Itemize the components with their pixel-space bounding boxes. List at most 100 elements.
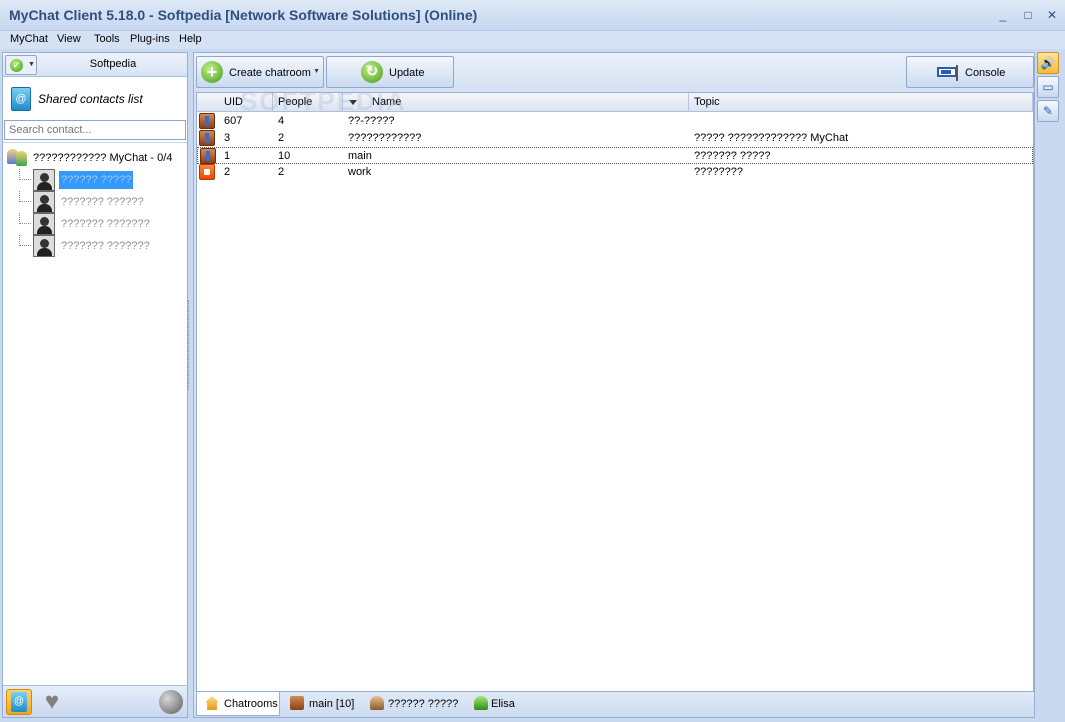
window-mode-button[interactable]: ▭ (1037, 76, 1059, 98)
cell-name: main (348, 150, 372, 162)
cell-uid: 1 (224, 150, 231, 162)
table-row-selected[interactable]: 1 10 main ??????? ????? (197, 147, 1033, 164)
contact-name: ??????? ??????? (61, 218, 150, 230)
menu-view[interactable]: View (57, 33, 81, 45)
console-button[interactable]: Console (906, 56, 1034, 88)
title-bar: MyChat Client 5.18.0 - Softpedia [Networ… (0, 0, 1065, 31)
create-chatroom-label: Create chatroom (229, 67, 311, 79)
cell-topic: ??????? ????? (694, 150, 771, 162)
status-selector-button[interactable]: ✓ ▼ (5, 55, 37, 75)
tree-line (19, 191, 31, 202)
user-online-icon (474, 696, 488, 710)
online-status-icon: ✓ (10, 59, 23, 72)
chatroom-icon (199, 113, 215, 129)
contact-group-label: ???????????? MyChat - 0/4 (33, 152, 173, 164)
contact-name: ??????? ?????? (61, 196, 144, 208)
cell-people: 2 (278, 166, 285, 178)
tab-private-chat[interactable]: ?????? ????? (364, 692, 460, 716)
tab-label: main [10] (309, 698, 355, 710)
close-button[interactable]: ✕ (1043, 7, 1061, 23)
cell-uid: 2 (224, 166, 231, 178)
minimize-button[interactable]: _ (994, 7, 1012, 23)
locked-chatroom-icon (199, 164, 215, 180)
plus-icon: + (201, 61, 223, 83)
tab-elisa[interactable]: Elisa (468, 692, 528, 716)
cell-topic: ????? ????????????? MyChat (694, 132, 849, 144)
menu-bar: MyChat View Tools Plug-ins Help (0, 31, 1065, 49)
cell-name: ???????????? (348, 132, 422, 144)
right-side-toolbar: 🔊 ▭ ✎ (1037, 52, 1061, 132)
divider (3, 142, 187, 143)
group-users-icon (5, 147, 29, 167)
tab-label: Elisa (491, 698, 515, 710)
console-icon (937, 65, 961, 81)
shared-contacts-label: Shared contacts list (38, 92, 143, 106)
menu-tools[interactable]: Tools (94, 33, 120, 45)
column-header-name[interactable]: Name (367, 93, 689, 112)
avatar (33, 213, 55, 235)
chatroom-icon (290, 696, 304, 710)
user-icon (370, 696, 384, 710)
window-title: MyChat Client 5.18.0 - Softpedia [Networ… (9, 7, 478, 23)
menu-plugins[interactable]: Plug-ins (130, 33, 170, 45)
table-row[interactable]: 2 2 work ???????? (197, 164, 1033, 181)
current-username: Softpedia (89, 58, 137, 70)
contacts-book-icon: @ (11, 87, 31, 111)
create-chatroom-button[interactable]: + Create chatroom ▼ (196, 56, 324, 88)
globe-icon[interactable] (159, 690, 183, 714)
column-header-topic[interactable]: Topic (689, 93, 1033, 112)
tab-main[interactable]: main [10] (286, 692, 358, 716)
contact-item[interactable]: ?????? ????? (19, 169, 187, 191)
tab-label: Chatrooms (224, 698, 278, 710)
search-contact-input[interactable] (4, 120, 186, 140)
chatroom-icon (199, 130, 215, 146)
contacts-icon: @ (11, 692, 27, 712)
menu-help[interactable]: Help (179, 33, 202, 45)
sound-icon: 🔊 (1040, 56, 1056, 70)
contact-group[interactable]: ???????????? MyChat - 0/4 (5, 147, 187, 169)
left-bottom-toolbar: @ ♥ (3, 685, 187, 717)
contact-item[interactable]: ??????? ??????? (19, 213, 187, 235)
sound-toggle-button[interactable]: 🔊 (1037, 52, 1059, 74)
chatrooms-table: UID People Name Topic 607 4 ??-????? 3 2… (196, 92, 1034, 692)
tree-line (19, 235, 31, 246)
contacts-panel: ✓ ▼ Softpedia @ Shared contacts list ???… (2, 52, 188, 718)
contacts-tab-button[interactable]: @ (6, 689, 32, 715)
cell-topic: ???????? (694, 166, 743, 178)
shared-contacts-header[interactable]: @ Shared contacts list (3, 77, 187, 119)
cell-name: work (348, 166, 372, 178)
maximize-button[interactable]: □ (1019, 7, 1037, 23)
contact-name: ??????? ??????? (61, 240, 150, 252)
tab-chatrooms[interactable]: Chatrooms (196, 692, 280, 716)
pin-icon: ✎ (1042, 104, 1054, 118)
tab-label: ?????? ????? (388, 698, 459, 710)
avatar (33, 169, 55, 191)
panel-splitter[interactable] (188, 300, 191, 390)
contact-name: ?????? ????? (59, 171, 133, 189)
table-row[interactable]: 3 2 ???????????? ????? ????????????? MyC… (197, 130, 1033, 147)
refresh-icon: ↻ (361, 61, 383, 83)
tree-line (19, 213, 31, 224)
avatar (33, 191, 55, 213)
pin-button[interactable]: ✎ (1037, 100, 1059, 122)
window-icon: ▭ (1042, 80, 1054, 94)
cell-people: 2 (278, 132, 285, 144)
chatrooms-panel: + Create chatroom ▼ ↻ Update Console UID… (193, 52, 1035, 718)
chat-tabs-bar: Chatrooms main [10] ?????? ????? Elisa (194, 692, 1034, 717)
chatroom-icon (200, 148, 216, 164)
contact-item[interactable]: ??????? ??????? (19, 235, 187, 257)
update-label: Update (389, 67, 425, 79)
status-row: ✓ ▼ Softpedia (3, 53, 187, 77)
console-label: Console (965, 67, 1006, 79)
chevron-down-icon: ▼ (28, 61, 35, 68)
contact-item[interactable]: ??????? ?????? (19, 191, 187, 213)
watermark: SOFTPEDIA (240, 86, 407, 116)
cell-uid: 3 (224, 132, 231, 144)
cell-people: 10 (278, 150, 291, 162)
chevron-down-icon: ▼ (313, 68, 320, 75)
tree-line (19, 169, 31, 180)
avatar (33, 235, 55, 257)
favorites-button[interactable]: ♥ (39, 689, 65, 715)
update-button[interactable]: ↻ Update (326, 56, 454, 88)
menu-mychat[interactable]: MyChat (10, 33, 48, 45)
